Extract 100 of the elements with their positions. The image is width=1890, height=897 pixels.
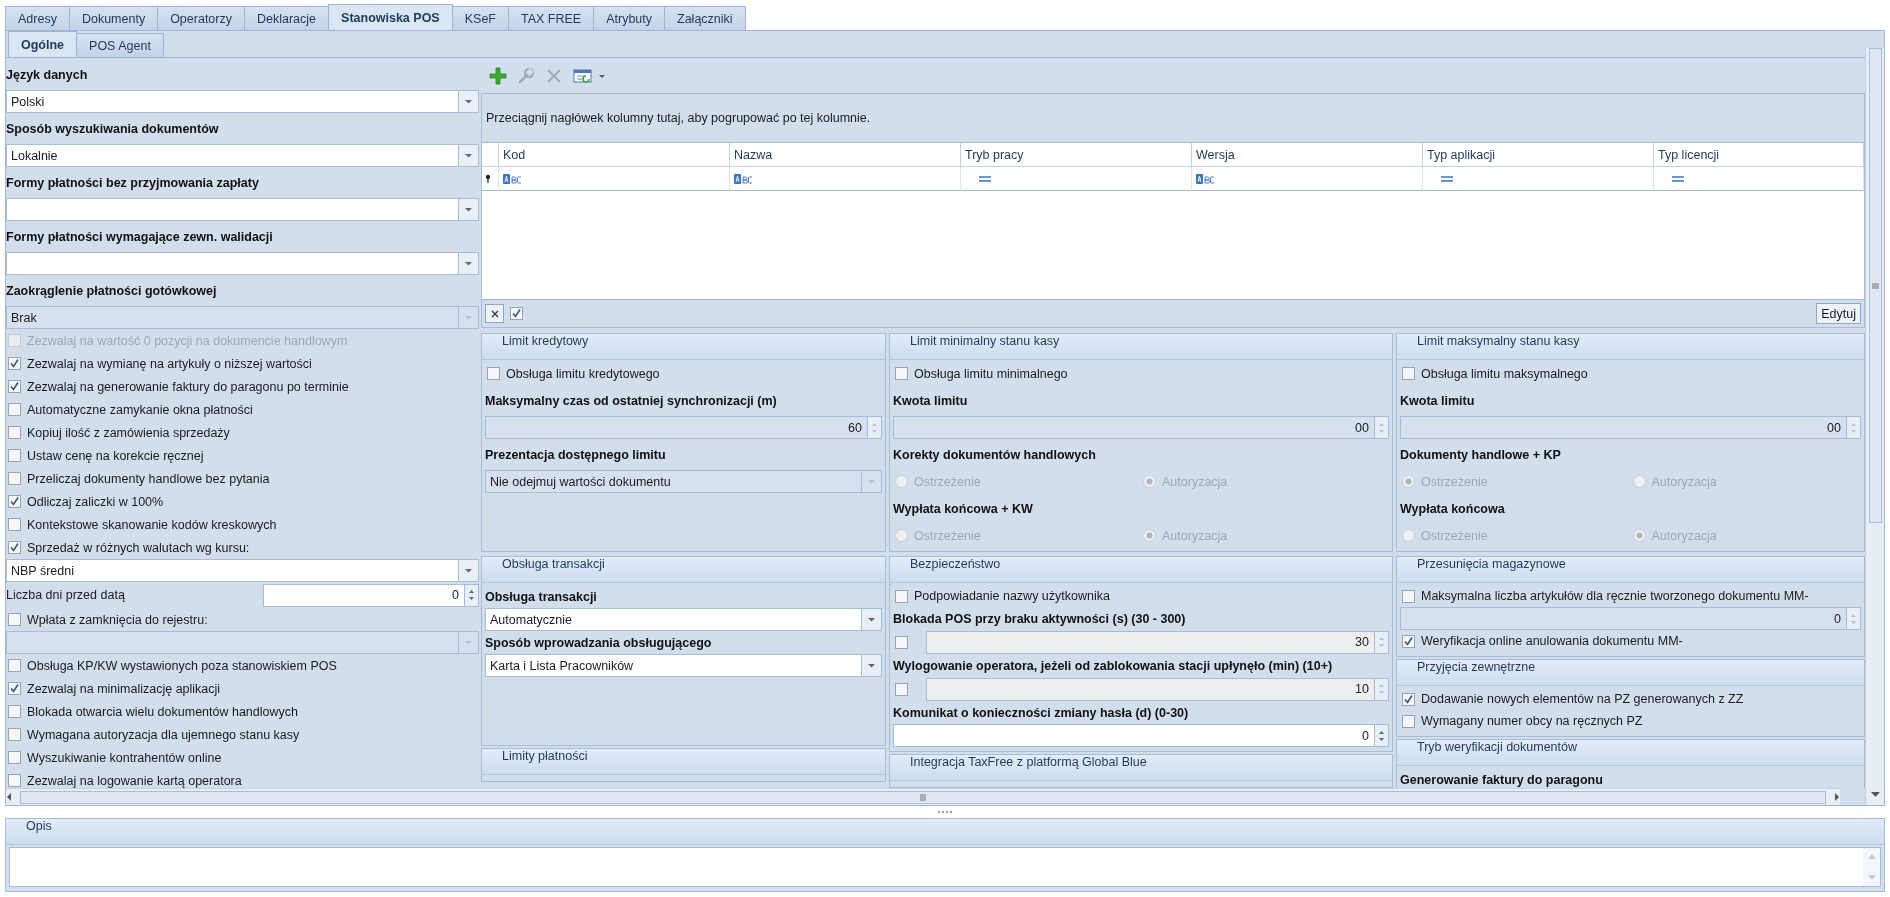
dropdown-field[interactable]: Automatycznie [485, 608, 882, 631]
checkbox[interactable] [8, 728, 21, 741]
column-header[interactable]: Tryb pracy [961, 143, 1192, 167]
equals-filter-icon[interactable] [1672, 175, 1684, 182]
panel-header: Limit minimalny stanu kasy [890, 334, 1392, 360]
checkbox[interactable] [8, 426, 21, 439]
checkbox[interactable] [1402, 367, 1415, 380]
checkbox[interactable] [895, 589, 908, 603]
spin-arrows-icon[interactable] [1378, 729, 1385, 742]
tab[interactable]: Dokumenty [68, 6, 159, 30]
close-icon[interactable] [490, 309, 499, 318]
dropdown-field[interactable]: Karta i Lista Pracowników [485, 654, 882, 677]
checkbox[interactable] [1402, 634, 1415, 648]
panel-header: Opis [6, 819, 1884, 845]
filter-cell[interactable] [1654, 167, 1864, 191]
tab[interactable]: KSeF [451, 6, 509, 30]
column-header[interactable]: Typ licencji [1654, 143, 1864, 167]
caret-icon[interactable] [464, 153, 473, 158]
field-label: Obsługa transakcji [485, 589, 598, 606]
column-header[interactable]: Kod [499, 143, 730, 167]
checkbox[interactable] [487, 367, 500, 380]
radio-label: Autoryzacja [1162, 528, 1228, 543]
tab[interactable]: Operatorzy [157, 6, 245, 30]
scroll-right-icon[interactable] [1834, 793, 1840, 801]
checkbox[interactable] [8, 449, 21, 462]
checkbox-label: Zezwalaj na wartość 0 pozycji na dokumencie handlowym [27, 333, 348, 348]
dropdown-field[interactable]: Polski [6, 90, 479, 113]
checkbox-label: Kontekstowe skanowanie kodów kreskowych [27, 517, 277, 532]
filter-cell[interactable] [1423, 167, 1654, 191]
panel-header: Tryb weryfikacji dokumentów [1397, 740, 1864, 766]
column-header[interactable]: Wersja [1192, 143, 1423, 167]
text-filter-icon[interactable] [503, 173, 522, 184]
field-label: Korekty dokumentów handlowych [893, 447, 1097, 464]
tab[interactable]: Ogólne [8, 31, 78, 57]
tab[interactable]: Atrybuty [593, 6, 666, 30]
checkbox[interactable] [8, 659, 21, 672]
checkbox[interactable] [895, 367, 908, 380]
checkbox[interactable] [1402, 692, 1415, 706]
checkbox[interactable] [8, 751, 21, 764]
description-field[interactable] [9, 847, 1881, 887]
tab[interactable]: TAX FREE [507, 6, 595, 30]
edit-button[interactable]: Edytuj [1816, 303, 1861, 324]
radio-label: Ostrzeżenie [1421, 474, 1488, 489]
scroll-up-icon[interactable] [1867, 854, 1876, 859]
text-filter-icon[interactable] [1196, 173, 1215, 184]
tab[interactable]: POS Agent [76, 33, 164, 57]
checkbox[interactable] [8, 682, 21, 695]
checkbox[interactable] [8, 541, 21, 554]
checkbox[interactable] [8, 403, 21, 416]
filter-cell[interactable] [499, 167, 730, 191]
checkbox[interactable] [1402, 589, 1415, 603]
checkbox-label: Sprzedaż w różnych walutach wg kursu: [27, 540, 250, 555]
text-filter-icon[interactable] [734, 173, 753, 184]
caret-icon[interactable] [464, 207, 473, 212]
checkbox[interactable] [8, 357, 21, 370]
filter-cell[interactable] [730, 167, 961, 191]
checkbox-label: Dodawanie nowych elementów na PZ generowanych z ZZ [1421, 692, 1744, 706]
column-header[interactable]: Typ aplikacji [1423, 143, 1654, 167]
checkbox[interactable] [8, 613, 21, 626]
number-field[interactable]: 0 [263, 583, 479, 607]
checkbox[interactable] [8, 774, 21, 787]
checkbox[interactable] [1402, 714, 1415, 728]
toolbar-button[interactable] [487, 64, 509, 87]
dropdown-field[interactable] [6, 252, 479, 275]
checkbox[interactable] [8, 518, 21, 531]
caret-icon[interactable] [867, 617, 876, 622]
tab[interactable]: Stanowiska POS [328, 4, 453, 30]
checkbox[interactable] [8, 495, 21, 508]
panel-header: Przesunięcia magazynowe [1397, 557, 1864, 583]
number-field[interactable]: 0 [893, 724, 1389, 747]
equals-filter-icon[interactable] [979, 175, 991, 182]
splitter-grip-icon[interactable] [937, 810, 953, 814]
tab[interactable]: Załączniki [664, 6, 746, 30]
checkbox-label: Ustaw cenę na korekcie ręcznej [27, 448, 204, 463]
caret-icon[interactable] [464, 568, 473, 573]
caret-icon[interactable] [464, 261, 473, 266]
checkbox[interactable] [8, 380, 21, 393]
scroll-down-icon[interactable] [1870, 792, 1880, 797]
dropdown-field[interactable] [6, 198, 479, 221]
filter-cell[interactable] [1192, 167, 1423, 191]
caret-icon[interactable] [867, 663, 876, 668]
clear-filter-button[interactable] [485, 304, 504, 323]
checkbox-label: Kopiuj ilość z zamówienia sprzedaży [27, 425, 230, 440]
dropdown-field[interactable]: Lokalnie [6, 144, 479, 167]
checkbox[interactable] [8, 472, 21, 485]
dropdown-field[interactable]: NBP średni [6, 559, 479, 582]
checkbox[interactable] [8, 705, 21, 718]
column-header[interactable]: Nazwa [730, 143, 961, 167]
tab[interactable]: Adresy [5, 6, 70, 30]
radio-label: Ostrzeżenie [914, 528, 981, 543]
filter-cell[interactable] [961, 167, 1192, 191]
tab[interactable]: Deklaracje [244, 6, 330, 30]
spin-arrows-icon[interactable] [468, 589, 475, 601]
equals-filter-icon[interactable] [1441, 175, 1453, 182]
scroll-left-icon[interactable] [6, 793, 12, 801]
field-label: Wypłata końcowa [1400, 501, 1506, 518]
vertical-scrollbar[interactable] [1865, 48, 1884, 805]
horizontal-scrollbar[interactable] [6, 788, 1840, 805]
caret-icon[interactable] [464, 99, 473, 104]
checkbox[interactable] [510, 307, 523, 320]
